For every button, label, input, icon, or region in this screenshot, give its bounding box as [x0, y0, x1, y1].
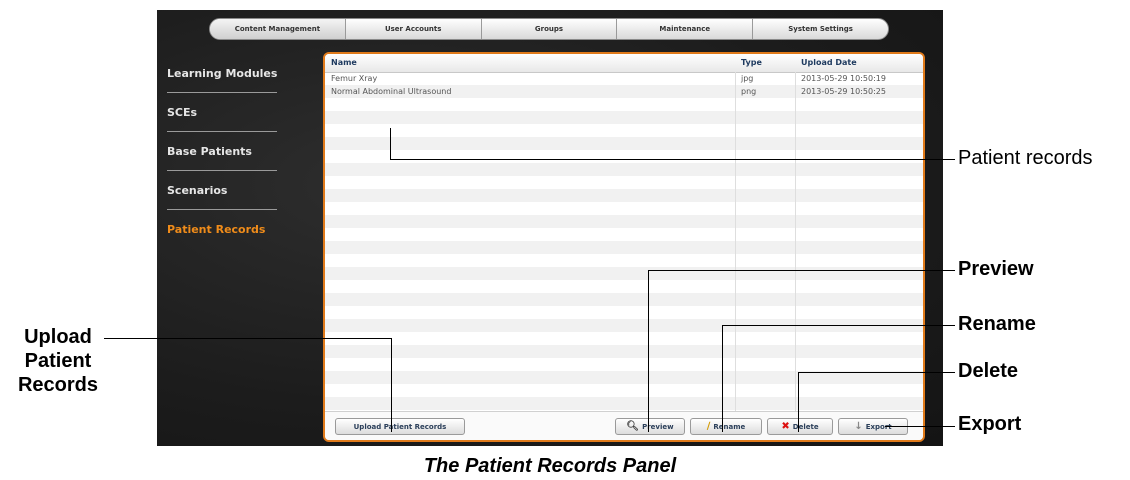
upload-patient-records-button[interactable]: Upload Patient Records — [335, 418, 465, 435]
sidebar-item-base-patients[interactable]: Base Patients — [167, 140, 317, 164]
callout-export: Export — [958, 413, 1022, 435]
callout-line — [390, 128, 391, 160]
callout-preview: Preview — [958, 258, 1034, 280]
callout-upload-patient-records: Upload Patient Records — [17, 326, 99, 396]
table-row[interactable] — [325, 267, 923, 280]
column-header-type[interactable]: Type — [741, 54, 762, 72]
sidebar-item-scenarios[interactable]: Scenarios — [167, 179, 317, 203]
callout-line — [104, 338, 392, 339]
table-row[interactable]: Normal Abdominal Ultrasound png 2013-05-29… — [325, 85, 923, 98]
table-row[interactable] — [325, 241, 923, 254]
callout-line — [390, 159, 955, 160]
cell-name: Femur Xray — [331, 74, 378, 83]
magnifier-icon: 🔍︎ — [626, 420, 640, 432]
table-row[interactable] — [325, 111, 923, 124]
table-row[interactable] — [325, 150, 923, 163]
sidebar-divider — [167, 170, 277, 171]
table-row[interactable]: Femur Xray jpg 2013-05-29 10:50:19 — [325, 72, 923, 85]
callout-patient-records: Patient records — [958, 147, 1093, 169]
sidebar-divider — [167, 131, 277, 132]
delete-button-label: Delete — [792, 422, 819, 431]
callout-line — [722, 325, 723, 432]
table-row[interactable] — [325, 176, 923, 189]
callout-line — [391, 338, 392, 432]
callout-line — [798, 372, 955, 373]
table-row[interactable] — [325, 254, 923, 267]
table-row[interactable] — [325, 228, 923, 241]
callout-line — [798, 372, 799, 432]
delete-button[interactable]: ✖ Delete — [767, 418, 833, 435]
table-row[interactable] — [325, 124, 923, 137]
table-row[interactable] — [325, 137, 923, 150]
tab-user-accounts[interactable]: User Accounts — [346, 19, 482, 39]
column-header-name[interactable]: Name — [331, 54, 357, 72]
panel-toolbar: Upload Patient Records 🔍︎ Preview ∕ Rena… — [325, 411, 923, 440]
table-row[interactable] — [325, 332, 923, 345]
cell-upload-date: 2013-05-29 10:50:19 — [801, 74, 886, 83]
table-body: Femur Xray jpg 2013-05-29 10:50:19 Normal A… — [325, 72, 923, 412]
callout-line — [885, 426, 955, 427]
table-row[interactable] — [325, 345, 923, 358]
upload-button-label: Upload Patient Records — [353, 422, 447, 431]
table-row[interactable] — [325, 306, 923, 319]
column-header-upload-date[interactable]: Upload Date — [801, 54, 857, 72]
cell-type: jpg — [741, 74, 754, 83]
tab-system-settings[interactable]: System Settings — [753, 19, 888, 39]
sidebar-item-learning-modules[interactable]: Learning Modules — [167, 62, 317, 86]
sidebar-divider — [167, 92, 277, 93]
cell-name: Normal Abdominal Ultrasound — [331, 87, 452, 96]
red-x-icon: ✖ — [781, 420, 790, 432]
table-row[interactable] — [325, 163, 923, 176]
sidebar-divider — [167, 209, 277, 210]
callout-rename: Rename — [958, 313, 1036, 335]
patient-records-panel: Name Type Upload Date Femur Xray jpg 2013-… — [323, 52, 925, 442]
tab-content-management[interactable]: Content Management — [210, 19, 346, 39]
callout-delete: Delete — [958, 360, 1019, 382]
down-arrow-icon: ↓ — [854, 420, 863, 432]
table-row[interactable] — [325, 215, 923, 228]
table-header: Name Type Upload Date — [325, 54, 923, 73]
preview-button[interactable]: 🔍︎ Preview — [615, 418, 685, 435]
tab-maintenance[interactable]: Maintenance — [617, 19, 754, 39]
rename-button-label: Rename — [713, 422, 746, 431]
table-row[interactable] — [325, 293, 923, 306]
table-row[interactable] — [325, 202, 923, 215]
table-row[interactable] — [325, 384, 923, 397]
app-window: Content Management User Accounts Groups … — [157, 10, 943, 446]
figure-caption: The Patient Records Panel — [423, 455, 677, 477]
preview-button-label: Preview — [642, 422, 674, 431]
table-row[interactable] — [325, 397, 923, 410]
rename-button[interactable]: ∕ Rename — [690, 418, 762, 435]
table-row[interactable] — [325, 358, 923, 371]
tab-groups[interactable]: Groups — [482, 19, 618, 39]
sidebar: Learning Modules SCEs Base Patients Scen… — [167, 62, 317, 242]
top-tab-bar: Content Management User Accounts Groups … — [209, 18, 889, 40]
sidebar-item-patient-records[interactable]: Patient Records — [167, 218, 317, 242]
table-row[interactable] — [325, 189, 923, 202]
table-row[interactable] — [325, 98, 923, 111]
callout-line — [648, 270, 955, 271]
callout-line — [648, 270, 649, 432]
pencil-icon: ∕ — [706, 420, 711, 432]
sidebar-item-sces[interactable]: SCEs — [167, 101, 317, 125]
table-row[interactable] — [325, 280, 923, 293]
cell-type: png — [741, 87, 757, 96]
column-divider — [795, 72, 796, 412]
column-divider — [735, 72, 736, 412]
callout-line — [722, 325, 955, 326]
cell-upload-date: 2013-05-29 10:50:25 — [801, 87, 886, 96]
